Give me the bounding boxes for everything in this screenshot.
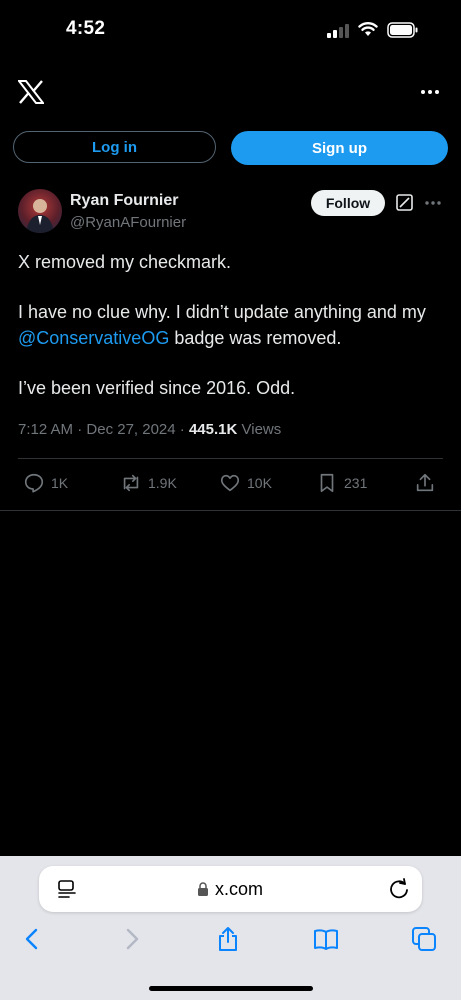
post-more-icon[interactable] (424, 196, 442, 210)
login-button[interactable]: Log in (13, 131, 216, 163)
bookmark-button[interactable]: 231 (316, 472, 367, 494)
heart-icon (220, 474, 240, 492)
battery-icon (387, 22, 418, 38)
reply-icon (24, 473, 44, 493)
repost-count: 1.9K (148, 475, 177, 491)
signup-button[interactable]: Sign up (231, 131, 448, 165)
post-date[interactable]: Dec 27, 2024 (86, 421, 175, 438)
post-text-segment: badge was removed. (169, 328, 342, 348)
reply-button[interactable]: 1K (23, 472, 68, 494)
author-name[interactable]: Ryan Fournier (70, 192, 178, 210)
home-indicator (149, 986, 313, 991)
bookmark-icon (320, 473, 334, 493)
views-count: 445.1K (188, 421, 238, 438)
tabs-icon[interactable] (411, 926, 437, 952)
mention-link[interactable]: @ConservativeOG (18, 328, 169, 348)
divider (0, 510, 461, 511)
like-count: 10K (247, 475, 272, 491)
post-paragraph-2: I have no clue why. I didn’t update anyt… (18, 299, 446, 351)
share-button[interactable] (414, 472, 442, 494)
reply-count: 1K (51, 475, 69, 491)
share-icon (416, 473, 434, 492)
page-menu-icon[interactable] (57, 879, 77, 899)
post-meta: 7:12 AM · Dec 27, 2024 · 445.1K Views (18, 421, 282, 438)
forward-icon[interactable] (118, 926, 144, 952)
more-icon[interactable] (420, 82, 440, 102)
avatar[interactable] (18, 189, 62, 233)
grok-icon[interactable] (396, 194, 413, 211)
bookmark-count: 231 (344, 475, 368, 491)
views-label: Views (241, 421, 282, 438)
wifi-icon (358, 22, 378, 36)
follow-button[interactable]: Follow (311, 190, 385, 216)
lock-icon (198, 882, 208, 896)
cellular-signal-icon (327, 24, 349, 38)
repost-button[interactable]: 1.9K (120, 472, 177, 494)
repost-icon (123, 474, 139, 492)
post-line-1: X removed my checkmark. (18, 252, 232, 272)
reload-icon[interactable] (388, 878, 410, 900)
like-button[interactable]: 10K (219, 472, 272, 494)
share-sheet-icon[interactable] (215, 926, 241, 952)
divider (18, 458, 443, 459)
bookmarks-icon[interactable] (313, 926, 339, 952)
x-logo-icon[interactable] (18, 80, 44, 104)
author-handle[interactable]: @RyanAFournier (70, 214, 186, 231)
post-time[interactable]: 7:12 AM (18, 421, 73, 438)
post-text-segment: I have no clue why. I didn’t update anyt… (18, 302, 426, 322)
back-icon[interactable] (20, 926, 46, 952)
post-paragraph-3: I’ve been verified since 2016. Odd. (18, 378, 296, 398)
url-text[interactable]: x.com (215, 879, 263, 900)
status-time: 4:52 (66, 18, 106, 39)
post-text: X removed my checkmark. I have no clue w… (18, 249, 446, 401)
